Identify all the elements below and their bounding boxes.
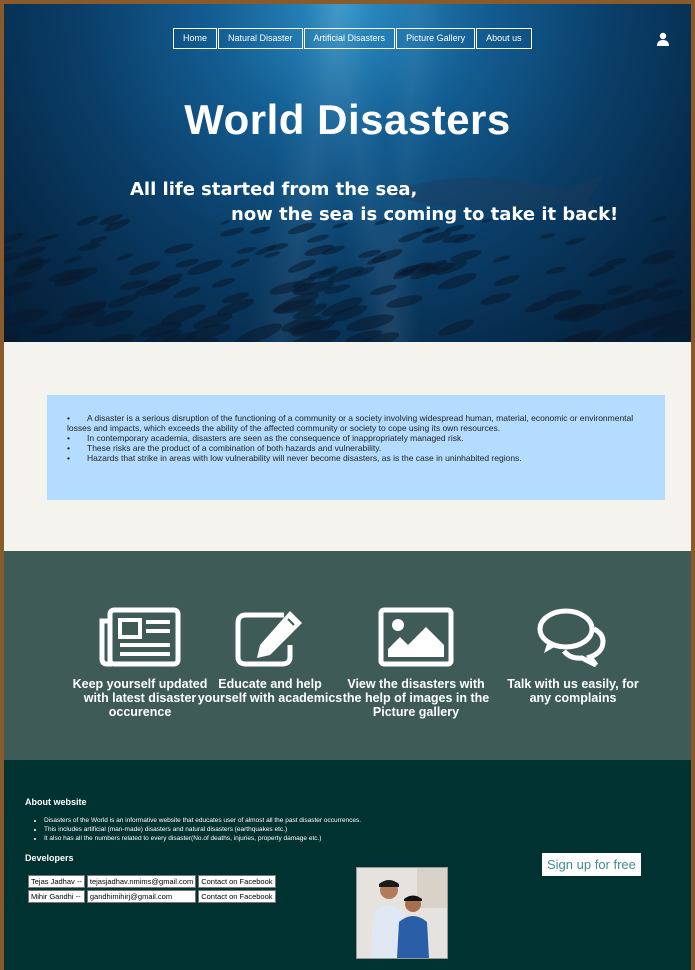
developer-name: Mihir Gandhi --: [28, 890, 85, 903]
about-heading: About website: [25, 797, 87, 807]
main-nav: Home Natural Disaster Artificial Disaste…: [173, 28, 532, 49]
about-item: This includes artificial (man-made) disa…: [44, 825, 361, 834]
info-section: A disaster is a serious disruption of th…: [4, 342, 691, 551]
edit-icon: [235, 611, 302, 667]
info-bullet: In contemporary academia, disasters are …: [67, 433, 645, 443]
nav-picture-gallery[interactable]: Picture Gallery: [396, 28, 476, 49]
feature-gallery-text: View the disasters with the help of imag…: [342, 677, 490, 719]
about-list: Disasters of the World is an informative…: [34, 816, 361, 843]
user-icon[interactable]: [656, 32, 670, 46]
image-icon: [378, 607, 454, 667]
nav-natural-disaster[interactable]: Natural Disaster: [218, 28, 303, 49]
table-row: Mihir Gandhi -- gandhimihirj@gmail.com C…: [28, 890, 276, 903]
feature-educate: Educate and help yourself with academics: [195, 607, 345, 705]
feature-chat: Talk with us easily, for any complains: [498, 607, 648, 705]
nav-home[interactable]: Home: [173, 28, 218, 49]
table-row: Tejas Jadhav -- tejasjadhav.nmims@gmail.…: [28, 875, 276, 888]
feature-news-text: Keep yourself updated with latest disast…: [72, 677, 208, 719]
info-bullet: A disaster is a serious disruption of th…: [67, 413, 645, 433]
signup-button[interactable]: Sign up for free: [542, 853, 641, 876]
hero-tagline-line1: All life started from the sea,: [130, 179, 418, 200]
developer-email[interactable]: gandhimihirj@gmail.com: [86, 890, 197, 903]
hero-banner: Home Natural Disaster Artificial Disaste…: [4, 4, 691, 342]
info-bullet: Hazards that strike in areas with low vu…: [67, 453, 645, 463]
about-item: It also has all the numbers related to e…: [44, 834, 361, 843]
developer-name: Tejas Jadhav --: [28, 875, 85, 888]
info-bullet: These risks are the product of a combina…: [67, 443, 645, 453]
nav-about-us[interactable]: About us: [476, 28, 532, 49]
developer-facebook-link[interactable]: Contact on Facebook: [198, 890, 276, 903]
feature-chat-text: Talk with us easily, for any complains: [507, 677, 639, 705]
newspaper-icon: [99, 607, 181, 667]
feature-educate-text: Educate and help yourself with academics: [197, 677, 343, 705]
info-list: A disaster is a serious disruption of th…: [67, 413, 645, 463]
feature-gallery: View the disasters with the help of imag…: [341, 607, 491, 719]
footer: About website Disasters of the World is …: [4, 760, 691, 970]
hero-title: World Disasters: [184, 96, 511, 143]
nav-artificial-disasters[interactable]: Artificial Disasters: [303, 28, 396, 49]
developers-photo: [356, 867, 448, 959]
feature-news: Keep yourself updated with latest disast…: [65, 607, 215, 719]
developers-heading: Developers: [25, 853, 74, 863]
page: Home Natural Disaster Artificial Disaste…: [4, 4, 691, 970]
info-box: A disaster is a serious disruption of th…: [47, 395, 665, 500]
fish-school-illustration: [4, 174, 691, 342]
developers-table: Tejas Jadhav -- tejasjadhav.nmims@gmail.…: [26, 873, 278, 905]
hero-tagline-line2: now the sea is coming to take it back!: [231, 204, 619, 225]
about-item: Disasters of the World is an informative…: [44, 816, 361, 825]
features-section: Keep yourself updated with latest disast…: [4, 551, 691, 760]
chat-icon: [537, 608, 606, 667]
developer-facebook-link[interactable]: Contact on Facebook: [198, 875, 276, 888]
developer-email[interactable]: tejasjadhav.nmims@gmail.com: [86, 875, 197, 888]
